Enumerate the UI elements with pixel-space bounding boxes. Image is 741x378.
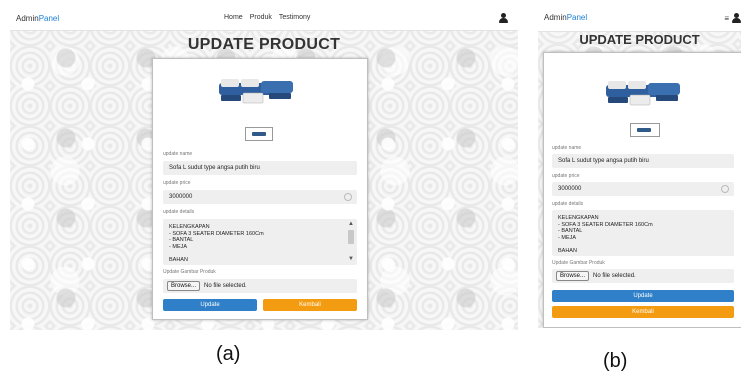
browse-button[interactable]: Browse... xyxy=(167,281,201,291)
update-product-card: update name Sofa L sudut type angsa puti… xyxy=(152,58,368,320)
file-status: No file selected. xyxy=(593,273,636,279)
screenshot-desktop: AdminPanel Home Produk Testimony UPDATE … xyxy=(10,6,518,330)
file-label: Update Gambar Produk xyxy=(163,269,216,275)
file-label: Update Gambar Produk xyxy=(552,260,605,266)
sofa-product-image xyxy=(606,81,680,106)
browse-button[interactable]: Browse... xyxy=(556,271,590,281)
update-button[interactable]: Update xyxy=(552,290,734,302)
nav-link-home[interactable]: Home xyxy=(224,14,243,21)
user-icon[interactable] xyxy=(499,13,508,23)
image-thumbnail[interactable] xyxy=(245,127,273,141)
update-button[interactable]: Update xyxy=(163,299,257,311)
nav-link-produk[interactable]: Produk xyxy=(250,14,272,21)
brand-logo[interactable]: AdminPanel xyxy=(16,14,59,23)
page-title: UPDATE PRODUCT xyxy=(579,32,700,47)
file-status: No file selected. xyxy=(204,283,247,289)
details-line: BAHAN xyxy=(169,256,188,263)
file-input[interactable]: Browse... No file selected. xyxy=(163,279,357,293)
name-input[interactable]: Sofa L sudut type angsa putih biru xyxy=(552,154,734,168)
hamburger-icon[interactable]: ≡ xyxy=(724,14,729,23)
price-input[interactable]: 3000000 xyxy=(552,182,734,196)
brand-logo[interactable]: AdminPanel xyxy=(544,13,587,22)
caption-b: (b) xyxy=(603,350,628,372)
price-label: update price xyxy=(163,180,191,186)
price-input[interactable]: 3000000 xyxy=(163,190,357,204)
price-value: 3000000 xyxy=(169,194,193,200)
details-line: BAHAN xyxy=(558,247,577,254)
nav-links: Home Produk Testimony xyxy=(224,14,310,21)
scroll-up-icon[interactable]: ▲ xyxy=(347,221,355,228)
navbar: AdminPanel ≡ xyxy=(538,4,741,32)
name-input[interactable]: Sofa L sudut type angsa putih biru xyxy=(163,161,357,175)
price-label: update price xyxy=(552,173,580,179)
details-label: update details xyxy=(163,209,195,215)
details-textarea[interactable]: KELENGKAPAN - SOFA 3 SEATER DIAMETER 160… xyxy=(552,210,734,256)
price-value: 3000000 xyxy=(558,186,582,192)
user-icon[interactable] xyxy=(732,13,741,23)
sofa-product-image xyxy=(219,79,293,104)
back-button[interactable]: Kembali xyxy=(552,306,734,318)
nav-link-testimony[interactable]: Testimony xyxy=(279,14,311,21)
scroll-down-icon[interactable]: ▼ xyxy=(347,256,355,263)
scrollbar-thumb[interactable] xyxy=(348,230,354,244)
number-stepper-icon[interactable] xyxy=(344,193,352,201)
update-product-card: update name Sofa L sudut type angsa puti… xyxy=(543,52,741,328)
back-button[interactable]: Kembali xyxy=(263,299,357,311)
details-scrollbar[interactable]: ▲ ▼ xyxy=(347,221,355,263)
name-label: update name xyxy=(163,151,193,157)
navbar: AdminPanel Home Produk Testimony xyxy=(10,6,518,31)
page-title: UPDATE PRODUCT xyxy=(187,36,341,53)
details-textarea[interactable]: KELENGKAPAN - SOFA 3 SEATER DIAMETER 160… xyxy=(163,219,357,265)
screenshot-mobile: AdminPanel ≡ UPDATE PRODUCT update name … xyxy=(538,4,741,328)
file-input[interactable]: Browse... No file selected. xyxy=(552,269,734,283)
name-label: update name xyxy=(552,145,582,151)
number-stepper-icon[interactable] xyxy=(721,185,729,193)
image-thumbnail[interactable] xyxy=(630,123,660,137)
caption-a: (a) xyxy=(216,343,241,365)
details-label: update details xyxy=(552,201,584,207)
